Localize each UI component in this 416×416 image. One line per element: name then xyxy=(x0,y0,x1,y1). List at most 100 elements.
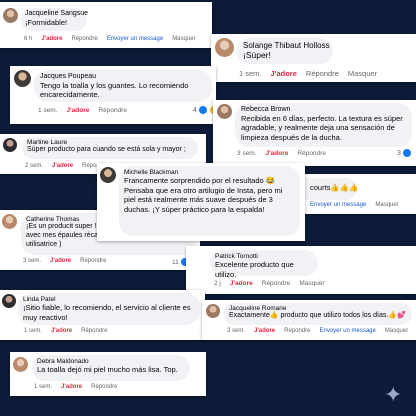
comment-text: ¡Súper! xyxy=(243,50,271,61)
send-message-button[interactable]: Envoyer un message xyxy=(310,202,366,208)
avatar[interactable] xyxy=(215,38,234,57)
comment-bubble: Jacqueline Sangsue ¡Formidable! xyxy=(21,8,88,31)
like-button[interactable]: J'adore xyxy=(51,328,72,334)
comment-card: Linda Patel ¡Sitio fiable, lo recomiendo… xyxy=(0,290,205,340)
reply-button[interactable]: Répondre xyxy=(297,150,326,157)
like-button[interactable]: J'adore xyxy=(266,150,289,157)
comment-time: 2 sem. xyxy=(25,163,44,169)
like-button[interactable]: J'adore xyxy=(41,36,62,42)
comment-text: Tengo la toalla y los guantes. Lo recomi… xyxy=(40,81,189,100)
like-button[interactable]: J'adore xyxy=(50,258,71,264)
like-button[interactable]: J'adore xyxy=(230,280,253,287)
avatar[interactable] xyxy=(217,104,232,119)
comment-card: Michelle Blackman Francamente sorprendid… xyxy=(97,163,305,241)
comment-card: Patrick Tornotti Excelente producto que … xyxy=(186,246,416,294)
comment-bubble: Debra Maldonado La toalla dejó mi piel m… xyxy=(32,355,190,381)
comment-actions: 1 sem. J'adore Répondre xyxy=(24,328,116,334)
comment-actions: Envoyer un message Masquer xyxy=(310,202,408,208)
hide-button[interactable]: Masquer xyxy=(375,202,398,208)
comment-bubble: Linda Patel ¡Sitio fiable, lo recomiendo… xyxy=(18,293,200,325)
comment-bubble: Martine Laure Súper producto para cuando… xyxy=(22,137,198,159)
comment-time: 1 sem. xyxy=(34,384,53,390)
like-button[interactable]: J'adore xyxy=(254,328,275,334)
hide-button[interactable]: Masquer xyxy=(299,280,324,287)
reply-button[interactable]: Répondre xyxy=(262,280,291,287)
comment-actions: 2 j J'adore Répondre Masquer xyxy=(214,280,334,287)
avatar[interactable] xyxy=(206,304,220,318)
comment-text: courts👍👍👍 xyxy=(310,183,359,192)
comment-bubble: Jacques Poupeau Tengo la toalla y los gu… xyxy=(34,70,212,102)
hide-button[interactable]: Masquer xyxy=(348,69,377,78)
like-reaction-icon xyxy=(401,148,412,158)
avatar[interactable] xyxy=(2,214,17,229)
like-button[interactable]: J'adore xyxy=(61,384,82,390)
comment-author[interactable]: Solange Thibaut Holloss xyxy=(243,41,330,50)
comment-card: Rebecca Brown Recibida en 6 días, perfec… xyxy=(213,100,416,166)
comment-text: Francamente sorprendido por el resultado… xyxy=(124,176,283,214)
avatar[interactable] xyxy=(13,357,28,372)
comment-actions: 3 sem. J'adore Répondre Envoyer un message M… xyxy=(227,328,416,334)
reply-button[interactable]: Répondre xyxy=(284,328,310,334)
comment-card: Solange Thibaut Holloss ¡Súper! 1 sem. J'… xyxy=(211,34,416,82)
comment-time: 2 j xyxy=(214,280,221,287)
comment-time: 1 sem. xyxy=(38,107,58,114)
comment-actions: 1 sem. J'adore Répondre Masquer xyxy=(239,69,386,78)
comment-author[interactable]: Michelle Blackman xyxy=(124,169,295,176)
reaction-count: 4 xyxy=(193,106,197,114)
comment-actions: 1 sem. J'adore Répondre xyxy=(34,384,126,390)
reply-button[interactable]: Répondre xyxy=(306,69,339,78)
comment-text: ¡Sitio fiable, lo recomiendo, el servici… xyxy=(23,303,191,322)
reaction-count: 11 xyxy=(172,258,179,266)
comment-time: 3 sem. xyxy=(227,328,246,334)
reply-button[interactable]: Répondre xyxy=(81,328,107,334)
comment-author[interactable]: Rebecca Brown xyxy=(241,106,406,114)
like-button[interactable]: J'adore xyxy=(52,163,73,169)
comment-actions: 6 h J'adore Répondre Envoyer un message Masq… xyxy=(24,36,205,42)
comment-time: 3 sem. xyxy=(237,150,257,157)
comment-time: 6 h xyxy=(24,36,33,42)
reply-button[interactable]: Répondre xyxy=(80,258,106,264)
like-button[interactable]: J'adore xyxy=(271,69,297,78)
comment-author[interactable]: Jacqueline Sangsue xyxy=(25,10,88,18)
comment-text: ¡Formidable! xyxy=(25,18,68,28)
sparkle-icon: ✦ xyxy=(384,382,403,407)
comment-time: 3 sem. xyxy=(23,258,42,264)
comment-author[interactable]: Debra Maldonado xyxy=(37,358,185,365)
comment-bubble: Patrick Tornotti Excelente producto que … xyxy=(210,250,318,279)
comment-bubble: Solange Thibaut Holloss ¡Súper! xyxy=(237,38,333,64)
comment-actions: 3 sem. J'adore Répondre xyxy=(237,150,335,157)
reply-button[interactable]: Répondre xyxy=(98,107,127,114)
reply-button[interactable]: Répondre xyxy=(71,36,97,42)
avatar[interactable] xyxy=(14,70,31,87)
comment-author[interactable]: Patrick Tornotti xyxy=(215,253,313,260)
avatar[interactable] xyxy=(3,8,18,23)
comment-actions: 1 sem. J'adore Répondre xyxy=(38,107,136,114)
reaction-summary[interactable]: 3 xyxy=(397,148,412,158)
comment-text: La toalla dejó mi piel mucho más lisa. T… xyxy=(37,365,178,375)
avatar[interactable] xyxy=(100,167,116,183)
hide-button[interactable]: Masquer xyxy=(172,36,195,42)
comment-card: Jacqueline Sangsue ¡Formidable! 6 h J'ado… xyxy=(0,2,212,48)
comment-card: Debra Maldonado La toalla dejó mi piel m… xyxy=(10,352,206,396)
comment-author[interactable]: Martine Laure xyxy=(27,139,193,146)
reply-button[interactable]: Répondre xyxy=(91,384,117,390)
send-message-button[interactable]: Envoyer un message xyxy=(319,328,375,334)
comment-bubble: Rebecca Brown Recibida en 6 días, perfec… xyxy=(235,103,412,147)
comment-author[interactable]: Linda Patel xyxy=(23,296,195,303)
reaction-count: 3 xyxy=(397,149,401,157)
like-button[interactable]: J'adore xyxy=(67,107,90,114)
comment-actions: 3 sem. J'adore Répondre xyxy=(23,258,115,264)
comment-author[interactable]: Jacques Poupeau xyxy=(40,73,206,81)
comment-text: Excelente producto que utilizo. xyxy=(215,260,294,279)
comment-text: Súper producto para cuando se está sola … xyxy=(27,146,186,154)
comment-card: Jacques Poupeau Tengo la toalla y los gu… xyxy=(10,66,219,124)
send-message-button[interactable]: Envoyer un message xyxy=(107,36,163,42)
comment-bubble: Jacqueline Romane Exactamente👍 producto … xyxy=(224,303,412,325)
avatar[interactable] xyxy=(3,138,17,152)
like-reaction-icon xyxy=(197,105,208,115)
avatar[interactable] xyxy=(2,294,16,308)
hide-button[interactable]: Masquer xyxy=(385,328,408,334)
comment-text: Exactamente👍 producto que utilizo todos … xyxy=(229,312,406,320)
comment-card: Jacqueline Romane Exactamente👍 producto … xyxy=(202,300,416,340)
comment-time: 1 sem. xyxy=(24,328,43,334)
